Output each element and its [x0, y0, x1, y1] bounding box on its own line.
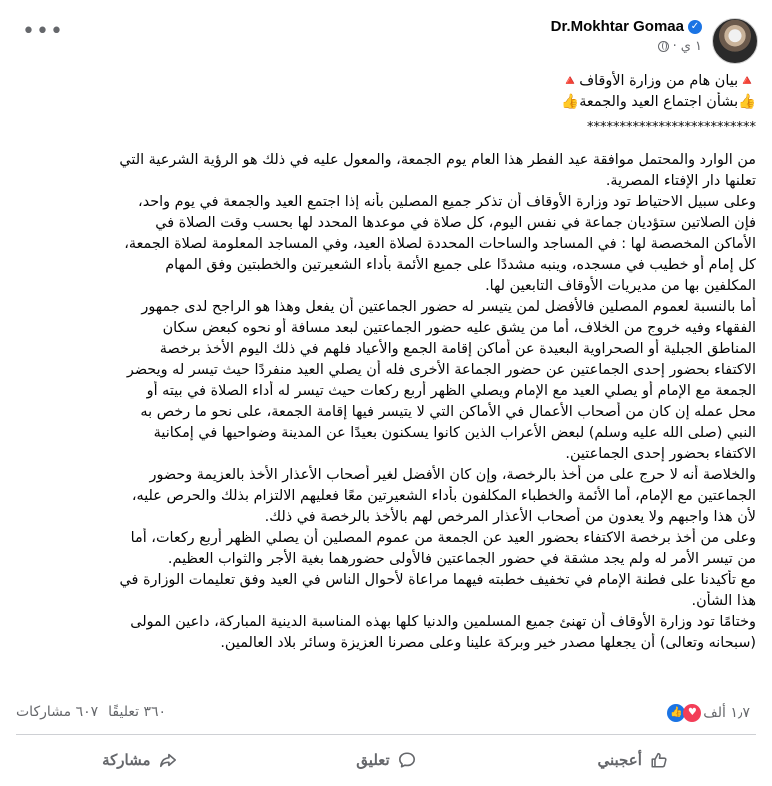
- body-line: من الوارد والمحتمل موافقة عيد الفطر هذا …: [119, 152, 756, 168]
- body-line: (سبحانه وتعالى) أن يجعلها مصدر خير وبركة…: [220, 635, 756, 651]
- post-header: ••• Dr.Mokhtar Gomaa ✓ · ١ ي: [16, 12, 758, 64]
- body-line: فإن الصلاتين ستؤديان جماعة في نفس اليوم،…: [155, 215, 756, 231]
- comment-label: تعليق: [356, 752, 390, 769]
- body-line: المكلفين بها من مديريات الأوقاف التابعين…: [485, 278, 756, 294]
- globe-icon[interactable]: [657, 41, 669, 52]
- like-button[interactable]: أعجبني: [509, 738, 756, 782]
- author-row: Dr.Mokhtar Gomaa ✓: [551, 18, 702, 35]
- body-line: وعلى من أخذ برخصة الاكتفاء بحضور العيد ع…: [130, 530, 756, 546]
- divider: [16, 734, 756, 735]
- author-name[interactable]: Dr.Mokhtar Gomaa: [551, 18, 684, 35]
- shares-count[interactable]: ٦٠٧ مشاركات: [16, 704, 98, 720]
- post-title-line: 🔺بيان هام من وزارة الأوقاف🔺: [561, 73, 756, 89]
- facebook-post: ••• Dr.Mokhtar Gomaa ✓ · ١ ي 🔺بيان هام م…: [0, 0, 772, 786]
- share-label: مشاركة: [102, 752, 151, 769]
- body-line: وختامًا تود وزارة الأوقاف أن تهنئ جميع ا…: [130, 614, 756, 630]
- share-button[interactable]: مشاركة: [16, 738, 263, 782]
- comments-count[interactable]: ٣٦٠ تعليقًا: [108, 704, 166, 720]
- author-avatar[interactable]: [712, 18, 758, 64]
- share-icon: [159, 753, 176, 768]
- text-divider: **************************: [587, 120, 756, 135]
- verified-badge-icon: ✓: [688, 19, 702, 34]
- author-block: Dr.Mokhtar Gomaa ✓ · ١ ي: [551, 18, 702, 54]
- post-timestamp[interactable]: ١ ي: [681, 39, 702, 54]
- body-line: الأماكن المخصصة لها : في المساجد والساحا…: [124, 236, 756, 252]
- post-body: من الوارد والمحتمل موافقة عيد الفطر هذا …: [16, 150, 756, 654]
- more-options-button[interactable]: •••: [22, 21, 63, 50]
- dot-separator: ·: [672, 39, 677, 54]
- action-bar: مشاركة تعليق أعجبني: [16, 738, 756, 782]
- post-meta: · ١ ي: [551, 39, 702, 54]
- body-line: الاكتفاء بحضور إحدى الجماعتين عن حضور ال…: [126, 362, 756, 378]
- love-reaction-icon: ♥: [683, 704, 702, 722]
- body-line: المناطق الجبلية أو الصحراوية البعيدة عن …: [159, 341, 756, 357]
- reaction-count[interactable]: ١٫٧ ألف: [703, 705, 750, 721]
- body-line: تعلنها دار الإفتاء المصرية.: [605, 173, 756, 189]
- comment-button[interactable]: تعليق: [263, 738, 510, 782]
- body-line: النبي (صلى الله عليه وسلم) لبعض الأعراب …: [153, 425, 756, 441]
- body-line: كل إمام أو خطيب في مسجده، وينبه مشددًا ع…: [165, 257, 756, 273]
- body-line: الفقهاء وفيه خروج من الخلاف، أما من يشق …: [162, 320, 756, 336]
- body-line: أما بالنسبة لعموم المصلين فالأفضل لمن يت…: [141, 299, 756, 315]
- body-line: من تيسر الأمر له ولم يجد مشقة في حضور ال…: [167, 551, 756, 567]
- body-line: وعلى سبيل الاحتياط تود وزارة الأوقاف أن …: [138, 194, 756, 210]
- body-line: الجمعة مع الإمام أو يصلي العيد مع الإمام…: [146, 383, 756, 399]
- post-title-line: 👍بشأن اجتماع العيد والجمعة👍: [561, 94, 756, 110]
- body-line: والخلاصة أنه لا حرج على من أخذ بالرخصة، …: [149, 467, 756, 483]
- body-line: هذا الشأن.: [691, 593, 756, 609]
- body-line: الجماعتين مع الإمام، أما الأئمة والخطباء…: [131, 488, 756, 504]
- body-line: لأن هذا واجبهم ولا يعدون من أصحاب الأعذا…: [264, 509, 756, 525]
- body-line: مع تأكيدنا على فطنة الإمام في تخفيف خطبت…: [119, 572, 756, 588]
- post-content: 🔺بيان هام من وزارة الأوقاف🔺 👍بشأن اجتماع…: [16, 71, 756, 654]
- body-line: الاكتفاء بحضور إحدى الجماعتين.: [565, 446, 756, 462]
- thumbs-up-icon: [651, 752, 667, 768]
- reaction-summary[interactable]: 👍 ♥ ١٫٧ ألف: [667, 704, 756, 722]
- like-label: أعجبني: [597, 752, 642, 769]
- reactions-bar: 👍 ♥ ١٫٧ ألف ٣٦٠ تعليقًا ٦٠٧ مشاركات: [16, 704, 756, 728]
- engagement-stats: ٣٦٠ تعليقًا ٦٠٧ مشاركات: [16, 704, 166, 720]
- comment-icon: [398, 752, 415, 768]
- body-line: محل عمله إن كان من أصحاب الأعمال في الأم…: [140, 404, 756, 420]
